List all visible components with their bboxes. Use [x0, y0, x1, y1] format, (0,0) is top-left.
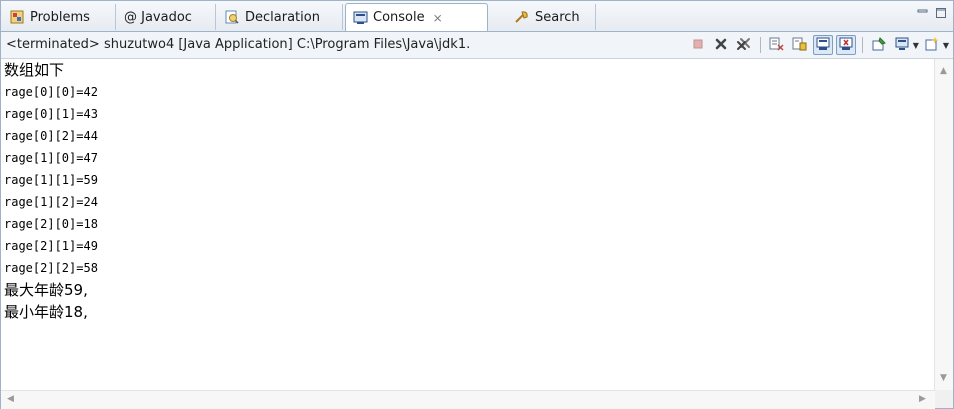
scroll-right-icon[interactable]: ▶: [919, 395, 926, 404]
chevron-down-icon[interactable]: ▼: [943, 41, 949, 50]
scrollbar-corner: [935, 390, 953, 408]
declaration-icon: [224, 9, 240, 25]
tab-label: Declaration: [245, 9, 320, 25]
clear-console-button[interactable]: [767, 35, 787, 55]
console-icon: [352, 10, 368, 26]
console-line: rage[1][2]=24: [4, 195, 98, 209]
console-view: Problems @ Javadoc Declaration Console ⨯…: [0, 0, 954, 409]
console-line: rage[0][2]=44: [4, 129, 98, 143]
console-line: 数组如下: [4, 61, 65, 79]
terminate-button[interactable]: [688, 35, 708, 55]
problems-icon: [9, 9, 25, 25]
scroll-up-icon[interactable]: ▲: [940, 67, 947, 76]
remove-all-button[interactable]: [734, 35, 754, 55]
scroll-left-icon[interactable]: ◀: [7, 395, 14, 404]
tab-label: @ Javadoc: [124, 9, 192, 25]
search-icon: [514, 9, 530, 25]
tab-search[interactable]: Search: [508, 4, 596, 30]
console-line: rage[1][0]=47: [4, 151, 98, 165]
close-icon[interactable]: ⨯: [433, 11, 443, 25]
tab-label: Search: [535, 9, 580, 25]
scroll-lock-button[interactable]: [790, 35, 810, 55]
remove-icon: [714, 37, 728, 54]
console-toolbar: <terminated> shuzutwo4 [Java Application…: [1, 32, 953, 59]
console-stdout-icon: [816, 37, 830, 54]
pin-console-button[interactable]: [869, 35, 889, 55]
scroll-lock-icon: [792, 37, 807, 54]
scroll-down-icon[interactable]: ▼: [940, 374, 947, 383]
console-output[interactable]: 数组如下 rage[0][0]=42 rage[0][1]=43 rage[0]…: [1, 59, 935, 390]
chevron-down-icon[interactable]: ▼: [913, 41, 919, 50]
monitor-icon: [895, 37, 909, 54]
console-line: rage[2][1]=49: [4, 239, 98, 253]
console-line: rage[2][2]=58: [4, 261, 98, 275]
remove-all-icon: [736, 37, 752, 54]
console-actions: ▼ ▼: [688, 35, 949, 55]
tab-label: Console: [373, 10, 425, 25]
display-selected-console-button[interactable]: [892, 35, 912, 55]
tab-declaration[interactable]: Declaration: [218, 4, 343, 30]
pin-icon: [872, 36, 886, 54]
tab-console[interactable]: Console ⨯: [345, 3, 488, 31]
console-stderr-icon: [839, 37, 853, 54]
stop-icon: [692, 38, 704, 53]
minimize-icon[interactable]: [917, 7, 929, 19]
remove-launch-button[interactable]: [711, 35, 731, 55]
process-status: <terminated> shuzutwo4 [Java Application…: [6, 37, 471, 52]
vertical-scrollbar[interactable]: ▲ ▼: [934, 59, 953, 390]
horizontal-scrollbar[interactable]: ◀ ▶: [1, 390, 935, 409]
toolbar-separator: [759, 37, 761, 53]
show-on-stdout-button[interactable]: [812, 35, 833, 55]
tab-label: Problems: [30, 9, 90, 25]
console-line: rage[0][1]=43: [4, 107, 98, 121]
new-console-icon: [925, 36, 939, 54]
console-line: rage[0][0]=42: [4, 85, 98, 99]
maximize-icon[interactable]: [935, 7, 947, 19]
tab-problems[interactable]: Problems: [3, 4, 116, 30]
show-on-stderr-button[interactable]: [835, 35, 856, 55]
tab-javadoc[interactable]: @ Javadoc: [118, 4, 216, 30]
open-console-button[interactable]: [922, 35, 942, 55]
console-line: 最大年龄59,: [4, 281, 88, 299]
toolbar-separator: [861, 37, 863, 53]
clear-console-icon: [769, 37, 784, 54]
view-controls: [917, 7, 947, 19]
console-line: rage[1][1]=59: [4, 173, 98, 187]
console-line: rage[2][0]=18: [4, 217, 98, 231]
view-tab-bar: Problems @ Javadoc Declaration Console ⨯…: [1, 1, 953, 32]
console-line: 最小年龄18,: [4, 303, 88, 321]
